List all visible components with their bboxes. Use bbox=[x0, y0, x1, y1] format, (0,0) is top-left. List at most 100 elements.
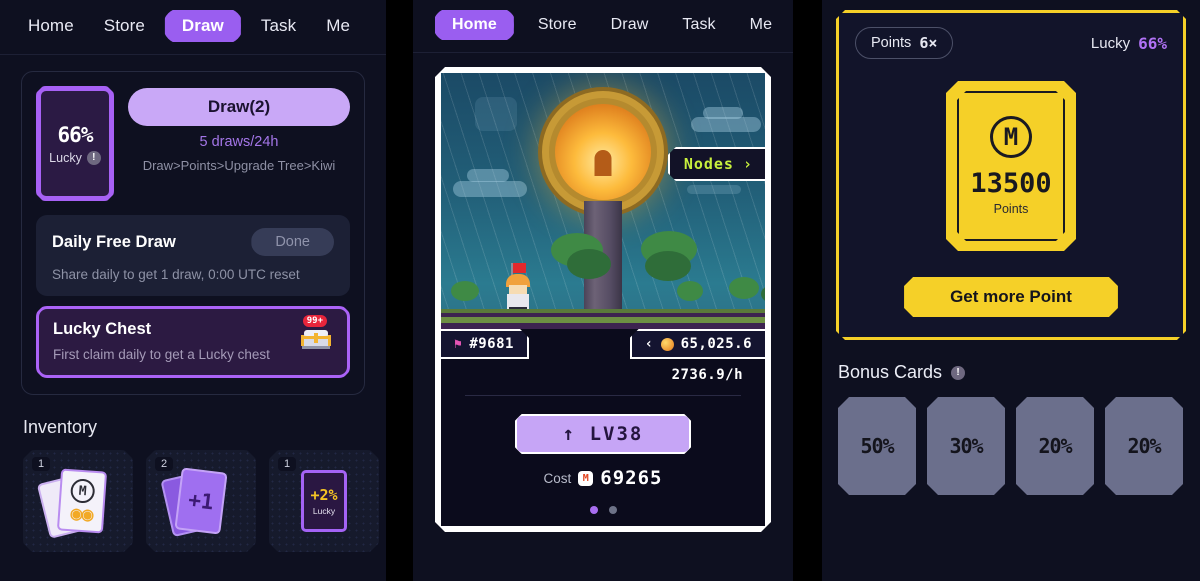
m-token-icon: M bbox=[70, 478, 96, 504]
level-up-button[interactable]: ↑ LV38 bbox=[515, 414, 692, 454]
stat-bar: ⚑ #9681 ‹ 65,025.6 bbox=[441, 329, 765, 359]
daily-free-draw-desc: Share daily to get 1 draw, 0:00 UTC rese… bbox=[52, 267, 300, 282]
m-token-icon: M bbox=[578, 471, 593, 486]
foliage-icon bbox=[677, 281, 703, 301]
pagination-dot-2[interactable] bbox=[609, 506, 617, 514]
nav-item-task[interactable]: Task bbox=[672, 11, 725, 39]
points-frame: Points 6× Lucky 66% M 13500 Points Get m… bbox=[836, 10, 1186, 340]
portal-core bbox=[555, 104, 651, 200]
points-multiplier-chip[interactable]: Points 6× bbox=[855, 27, 953, 59]
nav-item-draw[interactable]: Draw bbox=[165, 10, 241, 42]
chest-count-badge: 99+ bbox=[303, 315, 327, 327]
draw-right-col: Draw(2) 5 draws/24h Draw>Points>Upgrade … bbox=[128, 86, 350, 173]
info-icon[interactable]: ! bbox=[951, 365, 966, 380]
get-more-point-button[interactable]: Get more Point bbox=[904, 277, 1118, 317]
red-flag-icon bbox=[513, 263, 526, 273]
nodes-button[interactable]: Nodes › bbox=[668, 147, 765, 181]
daily-free-draw-button[interactable]: Done bbox=[251, 228, 334, 256]
inventory-slot-lucky-card[interactable]: 1 +2% Lucky bbox=[269, 450, 379, 552]
bonus-card[interactable]: 20% bbox=[1016, 397, 1094, 495]
lucky-card-art: +2% Lucky bbox=[269, 450, 379, 552]
points-card-wrap: M 13500 Points bbox=[855, 81, 1167, 251]
nav-item-me[interactable]: Me bbox=[740, 11, 782, 39]
cloud-icon bbox=[703, 107, 743, 119]
points-label: Points bbox=[871, 35, 912, 51]
inventory-title: Inventory bbox=[23, 417, 98, 437]
draw-card-art: +1 bbox=[146, 450, 256, 552]
daily-free-draw-title: Daily Free Draw bbox=[52, 232, 176, 251]
draw-card: 66% Lucky ! Draw(2) 5 draws/24h Draw>Poi… bbox=[21, 71, 365, 395]
level-label: LV38 bbox=[589, 423, 644, 445]
cloud-icon bbox=[453, 181, 527, 197]
panel-points: Points 6× Lucky 66% M 13500 Points Get m… bbox=[822, 0, 1200, 581]
portal-ring bbox=[542, 91, 664, 213]
chevron-left-icon: ‹ bbox=[644, 336, 654, 352]
lucky-percent-tile[interactable]: 66% Lucky ! bbox=[36, 86, 114, 201]
nodes-label: Nodes bbox=[683, 155, 734, 173]
game-frame: Nodes › ⚑ #9681 ‹ 65,025.6 2736.9/h ↑ LV… bbox=[435, 67, 771, 532]
foliage-icon bbox=[451, 281, 479, 301]
portal-tree-top bbox=[542, 91, 664, 213]
lucky-label: Lucky bbox=[49, 150, 82, 165]
cloud-icon bbox=[687, 185, 741, 194]
lucky-card-value: +2% bbox=[310, 486, 338, 504]
draw-path-hint: Draw>Points>Upgrade Tree>Kiwi bbox=[142, 158, 336, 173]
info-icon[interactable]: ! bbox=[87, 151, 101, 165]
draw-card-front: +1 bbox=[174, 467, 227, 534]
lucky-chest-card[interactable]: Lucky Chest First claim daily to get a L… bbox=[36, 306, 350, 378]
points-multiplier-value: 6× bbox=[919, 34, 938, 52]
pagination-dot-1[interactable] bbox=[590, 506, 598, 514]
lucky-percent-value: 66% bbox=[57, 122, 93, 147]
bonus-card[interactable]: 30% bbox=[927, 397, 1005, 495]
panel-divider-2 bbox=[793, 0, 822, 581]
foliage-icon bbox=[729, 277, 759, 299]
app-root: Home Store Draw Task Me 66% Lucky ! Draw… bbox=[0, 0, 1200, 581]
lucky-label: Lucky bbox=[1090, 34, 1131, 52]
lucky-chest-desc: First claim daily to get a Lucky chest bbox=[53, 347, 270, 362]
bonus-card-value: 20% bbox=[1127, 434, 1161, 458]
daily-free-draw-card: Daily Free Draw Done Share daily to get … bbox=[36, 215, 350, 296]
bonus-card[interactable]: 20% bbox=[1105, 397, 1183, 495]
bonus-cards-header: Bonus Cards ! bbox=[838, 362, 1200, 383]
flag-icon: ⚑ bbox=[454, 336, 463, 352]
game-scene: Nodes › bbox=[441, 73, 765, 343]
draw-button[interactable]: Draw(2) bbox=[128, 88, 350, 126]
nav-item-me[interactable]: Me bbox=[316, 11, 360, 41]
monument-icon bbox=[475, 97, 517, 131]
player-avatar bbox=[503, 265, 533, 313]
bonus-card[interactable]: 50% bbox=[838, 397, 916, 495]
points-reward-card[interactable]: M 13500 Points bbox=[946, 81, 1076, 251]
balance-chip[interactable]: ‹ 65,025.6 bbox=[630, 329, 765, 359]
daily-free-draw-row: Daily Free Draw Done bbox=[52, 228, 334, 256]
balance-value: 65,025.6 bbox=[680, 336, 752, 352]
draw-nav: Home Store Draw Task Me bbox=[0, 0, 386, 55]
inventory-slot-points-card[interactable]: 1 M ◉◉ bbox=[23, 450, 133, 552]
bonus-card-value: 50% bbox=[860, 434, 894, 458]
nav-item-task[interactable]: Task bbox=[251, 11, 306, 41]
panel-divider-1 bbox=[386, 0, 413, 581]
inventory-slot-draw-card[interactable]: 2 +1 bbox=[146, 450, 256, 552]
home-nav: Home Store Draw Task Me bbox=[413, 0, 793, 53]
nav-item-store[interactable]: Store bbox=[94, 11, 155, 41]
points-unit: Points bbox=[993, 202, 1029, 216]
points-card-art: M ◉◉ bbox=[23, 450, 133, 552]
rate-per-hour: 2736.9/h bbox=[671, 367, 743, 383]
coin-icon bbox=[661, 338, 674, 351]
nav-item-home[interactable]: Home bbox=[18, 11, 84, 41]
cloud-icon bbox=[691, 117, 761, 132]
pagination-dots bbox=[441, 506, 765, 526]
rank-chip[interactable]: ⚑ #9681 bbox=[441, 329, 529, 359]
bonus-cards-title: Bonus Cards bbox=[838, 362, 943, 382]
lucky-card-label: Lucky bbox=[312, 506, 336, 516]
cost-label: Cost bbox=[543, 470, 572, 486]
draws-per-day: 5 draws/24h bbox=[199, 134, 279, 150]
panel-draw: Home Store Draw Task Me 66% Lucky ! Draw… bbox=[0, 0, 386, 581]
chevron-right-icon: › bbox=[742, 155, 753, 173]
lucky-chest-title: Lucky Chest bbox=[53, 320, 152, 338]
nav-item-store[interactable]: Store bbox=[528, 11, 587, 39]
points-card-front: M ◉◉ bbox=[57, 468, 107, 533]
bonus-card-value: 30% bbox=[949, 434, 983, 458]
nav-item-draw[interactable]: Draw bbox=[601, 11, 659, 39]
cloud-icon bbox=[467, 169, 509, 182]
nav-item-home[interactable]: Home bbox=[435, 10, 514, 40]
